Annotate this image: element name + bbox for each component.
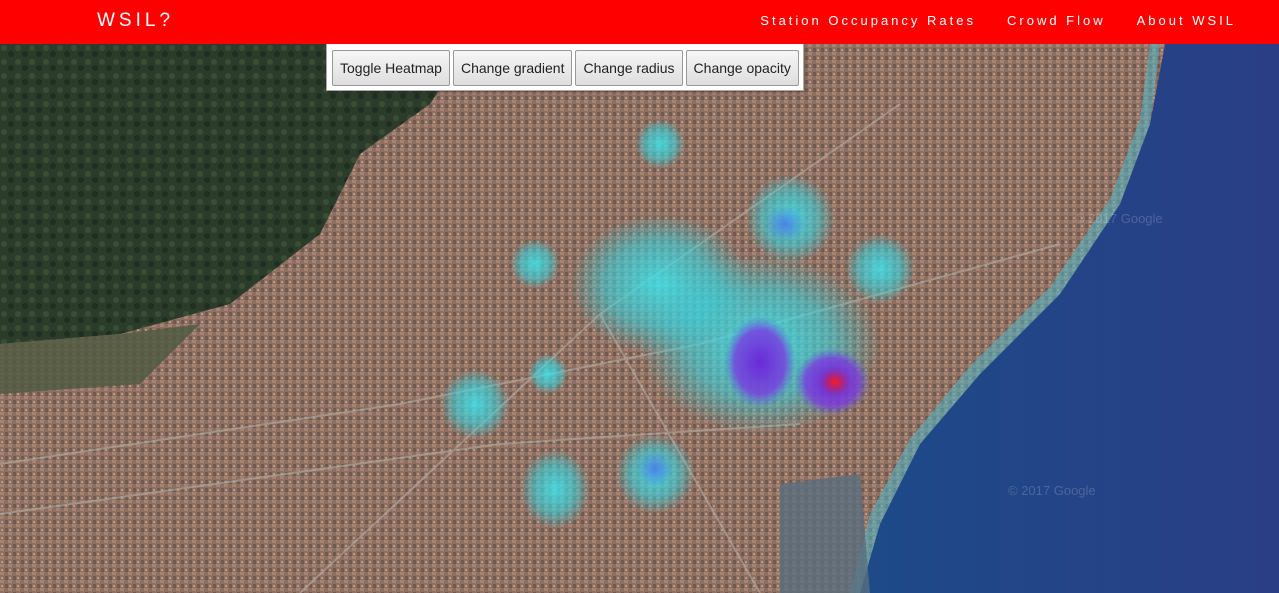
map-canvas[interactable] — [0, 44, 1279, 593]
satellite-map[interactable] — [0, 44, 1279, 593]
toggle-heatmap-button[interactable]: Toggle Heatmap — [332, 50, 450, 86]
nav-station-occupancy-rates[interactable]: Station Occupancy Rates — [760, 13, 976, 28]
map-watermark: © 2017 Google — [1075, 211, 1163, 226]
change-opacity-button[interactable]: Change opacity — [685, 50, 799, 86]
brand-logo[interactable]: WSIL? — [97, 10, 174, 32]
heatmap-controls: Toggle Heatmap Change gradient Change ra… — [326, 44, 804, 91]
main-nav: Station Occupancy Rates Crowd Flow About… — [729, 0, 1236, 40]
change-radius-button[interactable]: Change radius — [575, 50, 683, 86]
change-gradient-button[interactable]: Change gradient — [452, 50, 573, 86]
nav-crowd-flow[interactable]: Crowd Flow — [1007, 13, 1106, 28]
port-area — [780, 474, 870, 593]
top-navbar: WSIL? Station Occupancy Rates Crowd Flow… — [0, 0, 1279, 44]
map-watermark-2: © 2017 Google — [1008, 483, 1096, 498]
nav-about-wsil[interactable]: About WSIL — [1137, 13, 1236, 28]
